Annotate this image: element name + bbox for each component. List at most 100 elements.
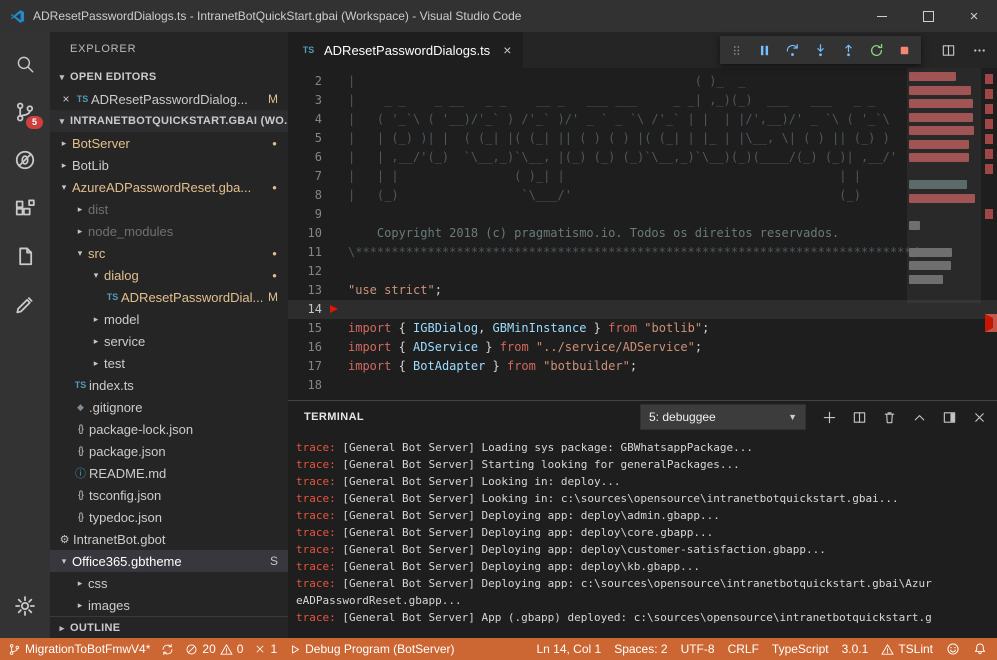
tree-item[interactable]: ▸test [50, 352, 288, 374]
tree-item[interactable]: ⓘREADME.md [50, 462, 288, 484]
tree-item[interactable]: ▾Office365.gbthemeS [50, 550, 288, 572]
typescript-version[interactable]: 3.0.1 [842, 642, 869, 656]
files-activity-button[interactable] [0, 232, 50, 280]
tslint-status[interactable]: TSLint [881, 642, 933, 656]
split-editor-button[interactable] [941, 43, 956, 58]
panel-actions [822, 410, 987, 425]
line-number[interactable]: 5 [288, 129, 322, 148]
line-number[interactable]: 9 [288, 205, 322, 224]
tree-item[interactable]: ◆.gitignore [50, 396, 288, 418]
code-line: 16import { ADService } from "../service/… [288, 338, 997, 357]
stop-button[interactable] [891, 37, 918, 63]
tree-item[interactable]: ▾dialog● [50, 264, 288, 286]
tree-item[interactable]: ▸BotLib [50, 154, 288, 176]
tree-item[interactable]: {}package-lock.json [50, 418, 288, 440]
tree-item[interactable]: ▾AzureADPasswordReset.gba...● [50, 176, 288, 198]
line-number[interactable]: 10 [288, 224, 322, 243]
line-number[interactable]: 15 [288, 319, 322, 338]
language-mode[interactable]: TypeScript [772, 642, 829, 656]
code-line: 12 [288, 262, 997, 281]
tree-item[interactable]: TSindex.ts [50, 374, 288, 396]
line-number[interactable]: 7 [288, 167, 322, 186]
settings-button[interactable] [0, 582, 50, 630]
line-number[interactable]: 2 [288, 72, 322, 91]
tree-item[interactable]: ▸BotServer● [50, 132, 288, 154]
tree-item[interactable]: ⚙IntranetBot.gbot [50, 528, 288, 550]
tree-item[interactable]: ▸images [50, 594, 288, 616]
tree-item[interactable]: ▸service [50, 330, 288, 352]
terminal-tab[interactable]: TERMINAL [304, 411, 364, 423]
more-actions-button[interactable] [972, 43, 987, 58]
eol-status[interactable]: CRLF [728, 642, 759, 656]
overview-ruler[interactable] [981, 68, 997, 400]
close-editor-icon[interactable]: × [58, 92, 74, 106]
cursor-position[interactable]: Ln 14, Col 1 [536, 642, 601, 656]
indentation-status[interactable]: Spaces: 2 [614, 642, 667, 656]
status-extra[interactable]: 1 [254, 642, 277, 656]
open-editors-section-header[interactable]: ▾ OPEN EDITORS [50, 66, 288, 88]
close-panel-button[interactable] [972, 410, 987, 425]
git-branch-status[interactable]: MigrationToBotFmwV4* [8, 642, 150, 656]
line-number[interactable]: 18 [288, 376, 322, 395]
terminal-line: trace: [General Bot Server] Deploying ap… [296, 558, 989, 575]
tree-item[interactable]: {}typedoc.json [50, 506, 288, 528]
terminal-output[interactable]: trace: [General Bot Server] Loading sys … [288, 433, 997, 639]
tree-item[interactable]: ▸css [50, 572, 288, 594]
trace-prefix: trace: [296, 577, 336, 590]
workspace-section-header[interactable]: ▾ INTRANETBOTQUICKSTART.GBAI (WO... [50, 110, 288, 132]
line-number[interactable]: 3 [288, 91, 322, 110]
maximize-panel-button[interactable] [912, 410, 927, 425]
feedback-smiley-button[interactable] [946, 642, 960, 656]
terminal-selector[interactable]: 5: debuggee ▼ [640, 404, 806, 430]
search-activity-button[interactable] [0, 40, 50, 88]
move-panel-button[interactable] [942, 410, 957, 425]
tree-item[interactable]: ▸node_modules [50, 220, 288, 242]
split-terminal-button[interactable] [852, 410, 867, 425]
tree-item[interactable]: {}package.json [50, 440, 288, 462]
minimize-button[interactable] [859, 0, 905, 32]
debug-activity-button[interactable] [0, 136, 50, 184]
step-into-button[interactable] [807, 37, 834, 63]
outline-section-header[interactable]: ▸ OUTLINE [50, 616, 288, 638]
problems-status[interactable]: 20 0 [185, 642, 243, 656]
line-number[interactable]: 17 [288, 357, 322, 376]
extensions-icon [14, 197, 36, 219]
notifications-bell-button[interactable] [973, 642, 987, 656]
debug-toolbar-drag-handle[interactable] [723, 37, 750, 63]
line-number[interactable]: 8 [288, 186, 322, 205]
step-over-button[interactable] [779, 37, 806, 63]
maximize-button[interactable] [905, 0, 951, 32]
tree-item-label: dialog [104, 268, 139, 283]
chevron-down-icon: ▾ [56, 556, 72, 567]
sync-button[interactable] [161, 643, 174, 656]
edit-activity-button[interactable] [0, 280, 50, 328]
kill-terminal-button[interactable] [882, 410, 897, 425]
line-number[interactable]: 12 [288, 262, 322, 281]
line-number[interactable]: 13 [288, 281, 322, 300]
line-number[interactable]: 16 [288, 338, 322, 357]
tree-item[interactable]: ▸model [50, 308, 288, 330]
encoding-status[interactable]: UTF-8 [681, 642, 715, 656]
line-number[interactable]: 4 [288, 110, 322, 129]
pause-button[interactable] [751, 37, 778, 63]
open-editor-item[interactable]: × TS ADResetPasswordDialog... M [50, 88, 288, 110]
source-control-activity-button[interactable]: 5 [0, 88, 50, 136]
line-number[interactable]: 11 [288, 243, 322, 262]
tree-item[interactable]: ▸dist [50, 198, 288, 220]
tree-item[interactable]: {}tsconfig.json [50, 484, 288, 506]
step-out-button[interactable] [835, 37, 862, 63]
restart-button[interactable] [863, 37, 890, 63]
line-number[interactable]: 6 [288, 148, 322, 167]
tab-close-icon[interactable]: × [503, 42, 511, 58]
tab-adresetpassworddialogs[interactable]: TS ADResetPasswordDialogs.ts × [288, 32, 523, 68]
close-button[interactable]: × [951, 0, 997, 32]
code-editor[interactable]: 2| ( )_ _3| _ _ _ __ _ _ __ _ ___ ___ _ … [288, 68, 997, 400]
new-terminal-button[interactable] [822, 410, 837, 425]
line-number[interactable]: 14 [288, 300, 322, 319]
minimap[interactable] [907, 68, 981, 400]
debug-target-status[interactable]: Debug Program (BotServer) [288, 642, 454, 656]
tree-item[interactable]: TSADResetPasswordDial...M [50, 286, 288, 308]
tree-item[interactable]: ▾src● [50, 242, 288, 264]
json-file-icon: {} [72, 446, 89, 457]
extensions-activity-button[interactable] [0, 184, 50, 232]
